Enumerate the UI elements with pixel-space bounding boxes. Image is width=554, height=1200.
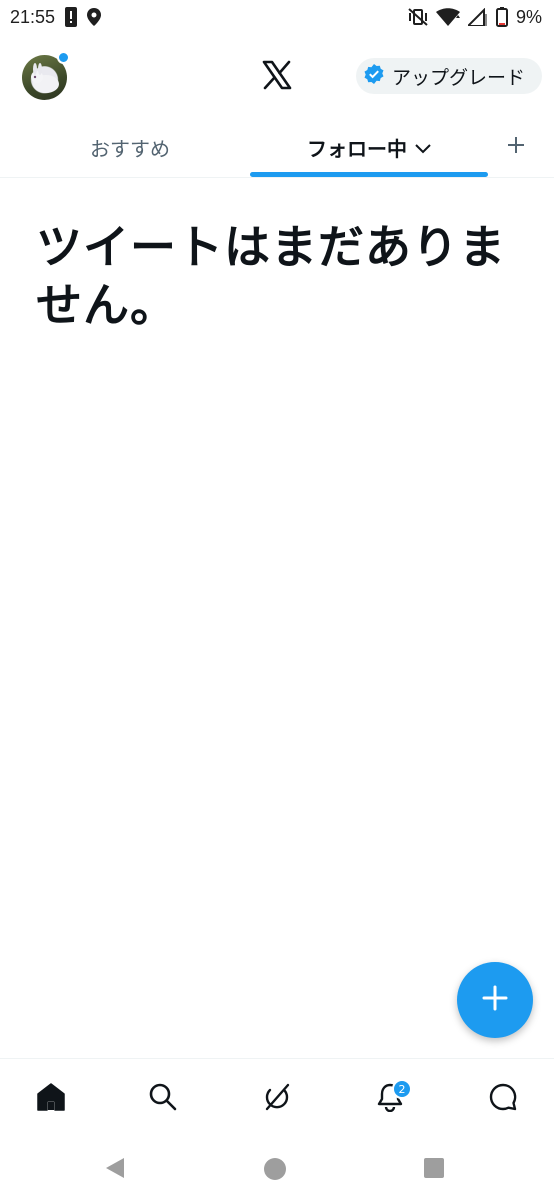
status-right: 9% bbox=[408, 7, 542, 28]
tab-for-you[interactable]: おすすめ bbox=[10, 118, 250, 176]
system-navigation-bar bbox=[0, 1138, 554, 1200]
upgrade-label: アップグレード bbox=[392, 66, 526, 89]
status-bar: 21:55 9% bbox=[0, 0, 554, 34]
x-logo-icon[interactable] bbox=[262, 60, 292, 90]
nav-messages[interactable] bbox=[483, 1079, 523, 1119]
app-header: アップグレード bbox=[0, 34, 554, 118]
screen: 21:55 9% アップグレード おすすめ フォロー中 ツイートはまだありません… bbox=[0, 0, 554, 1200]
status-left: 21:55 bbox=[10, 6, 102, 28]
nav-home[interactable] bbox=[31, 1079, 71, 1119]
plus-icon bbox=[507, 136, 525, 158]
nav-grok[interactable] bbox=[257, 1079, 297, 1119]
battery-icon bbox=[495, 7, 508, 27]
back-icon bbox=[104, 1158, 126, 1183]
battery-percentage: 9% bbox=[515, 6, 542, 27]
empty-timeline-title: ツイートはまだありません。 bbox=[36, 220, 506, 332]
search-icon bbox=[148, 1082, 178, 1116]
tab-following[interactable]: フォロー中 bbox=[250, 118, 488, 176]
compose-tweet-button[interactable] bbox=[457, 962, 533, 1038]
upgrade-button[interactable]: アップグレード bbox=[356, 58, 542, 94]
status-time: 21:55 bbox=[10, 6, 56, 27]
add-tab-button[interactable] bbox=[496, 130, 536, 164]
recents-icon bbox=[423, 1158, 445, 1183]
wifi-icon bbox=[435, 8, 460, 26]
plus-icon bbox=[482, 985, 508, 1015]
home-circle-icon bbox=[263, 1158, 287, 1185]
signal-icon bbox=[467, 8, 488, 26]
location-icon bbox=[87, 8, 102, 26]
alert-icon bbox=[65, 7, 78, 27]
tab-following-label: フォロー中 bbox=[307, 136, 407, 161]
recents-button[interactable] bbox=[423, 1157, 445, 1183]
verified-badge-icon bbox=[364, 63, 384, 89]
home-button[interactable] bbox=[263, 1157, 287, 1185]
messages-icon bbox=[488, 1082, 518, 1116]
back-button[interactable] bbox=[104, 1157, 126, 1183]
vibrate-off-icon bbox=[408, 8, 428, 26]
home-icon bbox=[36, 1082, 66, 1116]
avatar-notification-dot bbox=[57, 51, 70, 64]
bottom-navigation: 2 bbox=[0, 1058, 554, 1138]
chevron-down-icon bbox=[415, 135, 431, 159]
notification-count-badge: 2 bbox=[392, 1079, 412, 1099]
grok-icon bbox=[262, 1082, 292, 1116]
active-tab-indicator bbox=[250, 172, 488, 177]
tab-for-you-label: おすすめ bbox=[90, 136, 170, 161]
timeline-tabs: おすすめ フォロー中 bbox=[0, 118, 554, 178]
nav-search[interactable] bbox=[143, 1079, 183, 1119]
